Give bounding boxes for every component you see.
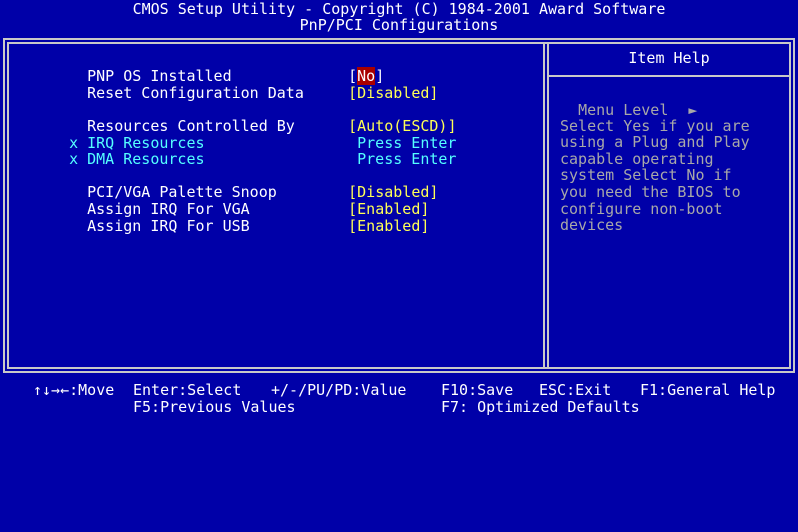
setting-label: Assign IRQ For USB — [87, 216, 250, 235]
key-legend: ↑↓→←:Move Enter:Select +/-/PU/PD:Value F… — [0, 382, 798, 417]
setting-row-irq-usb[interactable]: Assign IRQ For USB — [51, 201, 250, 234]
title-bar: CMOS Setup Utility - Copyright (C) 1984-… — [0, 0, 798, 36]
setting-label: Reset Configuration Data — [87, 83, 304, 102]
help-panel-title: Item Help — [628, 49, 710, 67]
menu-level: Menu Level ► — [560, 85, 697, 118]
help-header-divider — [549, 75, 789, 77]
setting-value-reset-config[interactable]: [Disabled] — [312, 68, 438, 101]
key-move: ↑↓→←:Move — [33, 381, 115, 399]
setting-value-irq-resources: Press Enter — [357, 133, 457, 152]
setting-row-irq-vga[interactable]: Assign IRQ For VGA — [51, 184, 250, 217]
key-optimized-defaults: F7: Optimized Defaults — [441, 398, 640, 416]
setting-value-pci-vga-snoop[interactable]: [Disabled] — [312, 167, 438, 200]
setting-row-reset-config[interactable]: Reset Configuration Data — [51, 68, 304, 101]
key-exit: ESC:Exit — [539, 381, 612, 399]
key-previous-values: F5:Previous Values — [133, 398, 296, 416]
menu-level-arrow-icon: ► — [688, 100, 698, 119]
setting-value-irq-vga[interactable]: [Enabled] — [312, 184, 429, 217]
panel-divider-inner — [547, 42, 549, 369]
key-general-help: F1:General Help — [640, 381, 776, 399]
setting-row-pci-vga-snoop[interactable]: PCI/VGA Palette Snoop — [51, 167, 277, 200]
setting-value-pnp-os[interactable]: [No] — [312, 51, 384, 85]
panel-divider — [543, 42, 545, 369]
key-save: F10:Save — [441, 381, 514, 399]
setting-label-dma-resources: DMA Resources — [87, 149, 205, 168]
setting-value-dma-resources: Press Enter — [357, 149, 457, 168]
setting-value-irq-usb[interactable]: [Enabled] — [312, 201, 429, 234]
help-line: devices — [560, 216, 624, 234]
key-select: Enter:Select — [133, 381, 242, 399]
key-value: +/-/PU/PD:Value — [271, 381, 407, 399]
setting-value-resources-controlled[interactable]: [Auto(ESCD)] — [312, 101, 456, 134]
help-line: system Select No if — [560, 166, 732, 184]
menu-level-label: Menu Level — [578, 100, 669, 119]
setting-row-pnp-os[interactable]: PNP OS Installed — [51, 51, 232, 84]
help-line: you need the BIOS to — [560, 183, 741, 201]
page-title: PnP/PCI Configurations — [299, 16, 499, 34]
setting-label-irq-resources: IRQ Resources — [87, 133, 205, 152]
setting-row-resources-controlled[interactable]: Resources Controlled By — [51, 101, 295, 134]
help-line: using a Plug and Play — [560, 133, 750, 151]
